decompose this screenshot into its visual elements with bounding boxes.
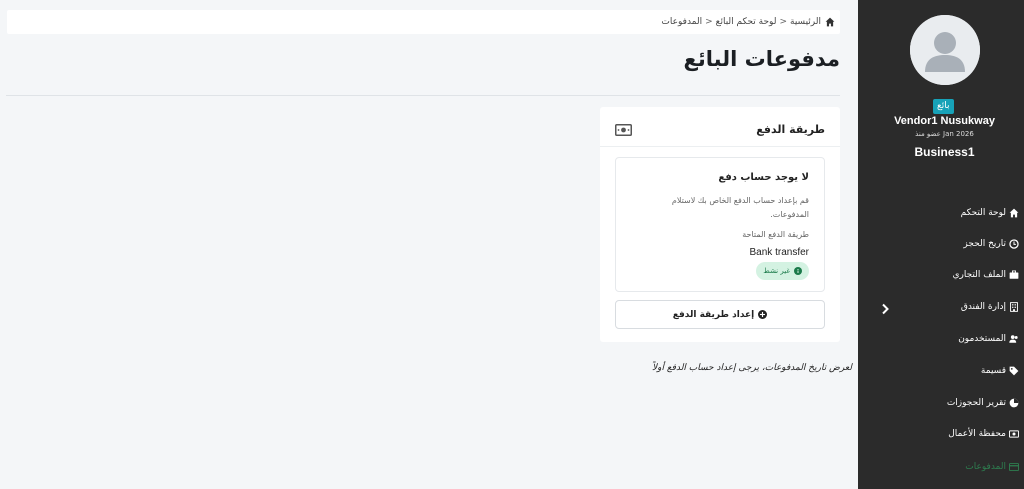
money-icon — [1009, 429, 1019, 439]
sidebar-item-business-profile[interactable]: الملف التجاري — [952, 262, 1019, 288]
empty-state-title: لا يوجد حساب دفع — [718, 172, 809, 183]
empty-payment-account-box: لا يوجد حساب دفع قم بإعداد حساب الدفع ال… — [615, 157, 825, 292]
sidebar-item-label: قسيمة — [980, 366, 1006, 376]
avatar[interactable] — [910, 15, 980, 85]
sidebar-item-users[interactable]: المستخدمون — [958, 326, 1019, 352]
building-icon — [1009, 302, 1019, 312]
role-badge: بائع — [933, 99, 954, 114]
sidebar-item-booking-report[interactable]: تقرير الحجوزات — [947, 390, 1019, 416]
sidebar: بائع Vendor1 Nusukway عضو منذ Jan 2026 B… — [858, 0, 1024, 489]
sidebar-item-label: المدفوعات — [965, 462, 1006, 472]
credit-card-icon — [1009, 462, 1019, 472]
sidebar-item-dashboard[interactable]: لوحة التحكم — [961, 200, 1019, 226]
empty-state-description: قم بإعداد حساب الدفع الخاص بك لاستلام ال… — [671, 196, 809, 219]
available-method-value: Bank transfer — [749, 247, 809, 258]
sidebar-item-hotel-management[interactable]: إدارة الفندق — [961, 294, 1019, 320]
payment-method-card: طريقة الدفع لا يوجد حساب دفع قم بإعداد ح… — [600, 107, 840, 342]
sidebar-item-label: محفظة الأعمال — [948, 429, 1006, 439]
plus-circle-icon — [758, 310, 768, 319]
sidebar-item-booking-history[interactable]: تاريخ الحجز — [963, 231, 1019, 257]
user-name: Vendor1 Nusukway — [894, 115, 995, 127]
setup-payment-method-button[interactable]: إعداد طريقة الدفع — [615, 300, 825, 329]
home-icon[interactable] — [825, 17, 835, 27]
setup-button-label: إعداد طريقة الدفع — [672, 309, 755, 320]
chevron-right-icon[interactable] — [880, 300, 890, 315]
title-divider — [6, 95, 840, 96]
sidebar-item-label: إدارة الفندق — [960, 302, 1006, 312]
sidebar-item-label: المستخدمون — [958, 334, 1006, 344]
users-icon — [1009, 334, 1019, 344]
breadcrumb-current: المدفوعات — [661, 17, 703, 27]
page-title: مدفوعات البائع — [683, 47, 840, 71]
business-name: Business1 — [914, 145, 975, 159]
status-badge: غير نشط — [756, 262, 809, 280]
breadcrumb: الرئيسية < لوحة تحكم البائع < المدفوعات — [7, 10, 840, 34]
sidebar-item-label: لوحة التحكم — [960, 208, 1006, 218]
card-title: طريقة الدفع — [756, 123, 825, 136]
sidebar-item-label: الملف التجاري — [952, 270, 1006, 280]
sidebar-item-label: تاريخ الحجز — [963, 239, 1006, 249]
clock-icon — [1009, 239, 1019, 249]
sidebar-item-business-wallet[interactable]: محفظة الأعمال — [948, 421, 1019, 447]
member-since: عضو منذ Jan 2026 — [915, 130, 974, 138]
money-icon — [615, 124, 632, 136]
pie-chart-icon — [1009, 398, 1019, 408]
briefcase-icon — [1009, 270, 1019, 280]
breadcrumb-separator: < — [705, 17, 713, 27]
sidebar-item-label: تقرير الحجوزات — [946, 398, 1006, 408]
home-icon — [1009, 208, 1019, 218]
breadcrumb-dashboard-link[interactable]: لوحة تحكم البائع — [716, 17, 777, 27]
payment-history-note: لعرض تاريخ المدفوعات، يرجى إعداد حساب ال… — [652, 363, 852, 373]
sidebar-item-payments[interactable]: المدفوعات — [965, 454, 1019, 480]
tag-icon — [1009, 366, 1019, 376]
breadcrumb-home-link[interactable]: الرئيسية — [790, 17, 821, 27]
card-header: طريقة الدفع — [600, 107, 840, 147]
status-text: غير نشط — [763, 267, 790, 275]
breadcrumb-separator: < — [779, 17, 787, 27]
sidebar-item-coupon[interactable]: قسيمة — [981, 358, 1019, 384]
available-method-label: طريقة الدفع المتاحة — [742, 230, 809, 239]
info-icon — [794, 267, 802, 275]
